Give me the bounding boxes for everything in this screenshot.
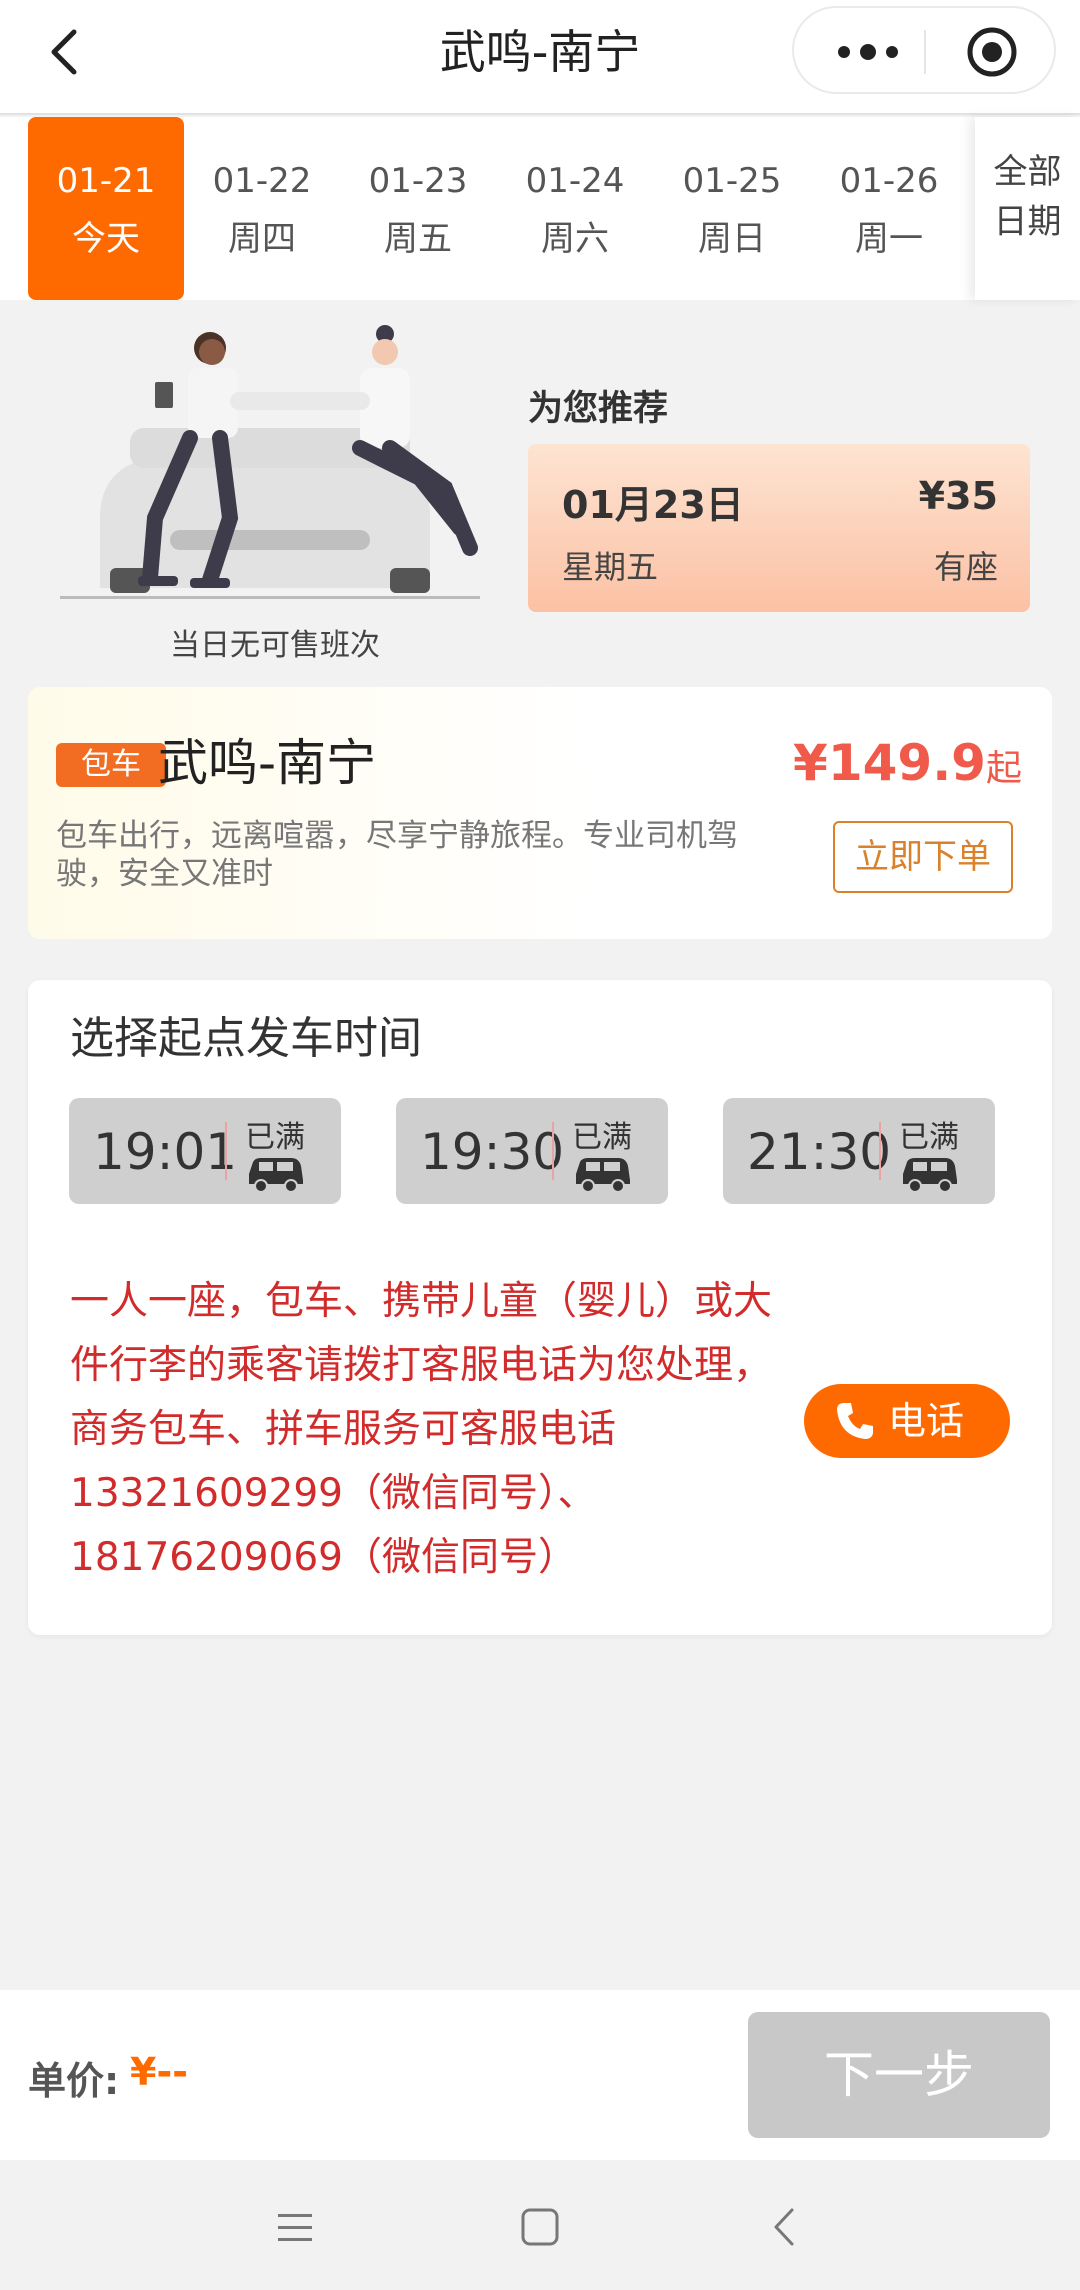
- order-now-button[interactable]: 立即下单: [833, 821, 1013, 893]
- time-slot-divider: [879, 1122, 881, 1180]
- time-slot-0[interactable]: 19:01 已满: [69, 1098, 341, 1204]
- phone-icon: [837, 1403, 873, 1439]
- all-dates-button[interactable]: 全部 日期: [975, 117, 1080, 300]
- date-tab-weekday: 周六: [541, 219, 609, 259]
- time-slot-divider: [552, 1122, 554, 1180]
- charter-card: 包车 武鸣-南宁 ¥149.9起 包车出行，远离喧嚣，尽享宁静旅程。专业司机驾驶…: [28, 687, 1052, 939]
- system-navigation-bar: [0, 2160, 1080, 2290]
- close-miniprogram-icon[interactable]: [966, 26, 1018, 78]
- recommend-title: 为您推荐: [528, 389, 669, 429]
- time-slot-time: 21:30: [747, 1123, 892, 1181]
- time-slot-status: 已满: [245, 1120, 305, 1155]
- all-dates-line2: 日期: [993, 202, 1062, 242]
- mini-program-capsule: [792, 6, 1056, 94]
- recommend-price: ¥35: [918, 474, 998, 518]
- next-step-button[interactable]: 下一步: [748, 2012, 1050, 2138]
- bus-icon: [903, 1158, 957, 1192]
- time-slot-time: 19:01: [93, 1123, 238, 1181]
- more-icon[interactable]: [828, 28, 908, 76]
- charter-route: 武鸣-南宁: [158, 734, 377, 792]
- unit-price-label: 单价:: [28, 2059, 120, 2103]
- date-tab-date: 01-22: [212, 161, 312, 201]
- service-notice: 一人一座，包车、携带儿童（婴儿）或大件行李的乘客请拨打客服电话为您处理，商务包车…: [70, 1279, 773, 1580]
- departure-title: 选择起点发车时间: [70, 1013, 422, 1064]
- charter-description: 包车出行，远离喧嚣，尽享宁静旅程。专业司机驾驶，安全又准时: [56, 818, 738, 892]
- time-slot-time: 19:30: [420, 1123, 565, 1181]
- call-button-label: 电话: [888, 1399, 965, 1443]
- bus-icon: [576, 1158, 630, 1192]
- unit-price-value: ¥--: [130, 2050, 188, 2094]
- charter-badge: 包车: [56, 743, 166, 787]
- date-tab-date: 01-24: [525, 161, 625, 201]
- date-tab-weekday: 今天: [72, 219, 140, 259]
- time-slot-status: 已满: [899, 1120, 959, 1155]
- date-tab-1[interactable]: 01-22 周四: [184, 117, 340, 300]
- date-tab-3[interactable]: 01-24 周六: [497, 117, 653, 300]
- back-nav-icon[interactable]: [760, 2202, 810, 2252]
- time-slot-divider: [225, 1122, 227, 1180]
- home-icon[interactable]: [515, 2202, 565, 2252]
- capsule-divider: [924, 30, 926, 74]
- date-tab-5[interactable]: 01-26 周一: [811, 117, 967, 300]
- date-tabs: 01-21 今天 01-22 周四 01-23 周五 01-24 周六 01-2…: [0, 117, 1080, 300]
- bottom-bar: 单价: ¥-- 下一步: [0, 1990, 1080, 2160]
- bus-icon: [249, 1158, 303, 1192]
- charter-price-value: ¥149.9: [793, 734, 986, 792]
- time-slot-1[interactable]: 19:30 已满: [396, 1098, 668, 1204]
- charter-price: ¥149.9起: [793, 731, 1022, 801]
- date-tab-date: 01-23: [368, 161, 468, 201]
- time-slot-status: 已满: [572, 1120, 632, 1155]
- call-button[interactable]: 电话: [804, 1384, 1010, 1458]
- recommend-weekday: 星期五: [562, 548, 659, 586]
- all-dates-line1: 全部: [993, 152, 1062, 192]
- departure-times-card: 选择起点发车时间 19:01 已满 19:30 已满 21:30 已满 一人一座…: [28, 980, 1052, 1635]
- date-tab-weekday: 周日: [698, 219, 766, 259]
- recommend-seat-status: 有座: [933, 548, 998, 586]
- recommend-card[interactable]: 01月23日 ¥35 星期五 有座: [528, 444, 1030, 612]
- menu-icon[interactable]: [270, 2202, 320, 2252]
- recommend-date: 01月23日: [562, 483, 744, 527]
- charter-price-suffix: 起: [985, 748, 1022, 789]
- no-schedule-illustration: [60, 325, 480, 599]
- time-slot-2[interactable]: 21:30 已满: [723, 1098, 995, 1204]
- date-tab-weekday: 周五: [384, 219, 452, 259]
- date-tab-date: 01-26: [839, 161, 939, 201]
- empty-state-text: 当日无可售班次: [170, 628, 380, 663]
- date-tab-0[interactable]: 01-21 今天: [28, 117, 184, 300]
- date-tab-weekday: 周四: [228, 219, 296, 259]
- date-tab-weekday: 周一: [855, 219, 923, 259]
- date-tab-date: 01-21: [56, 161, 156, 201]
- date-tab-4[interactable]: 01-25 周日: [654, 117, 810, 300]
- date-tab-date: 01-25: [682, 161, 782, 201]
- date-tab-2[interactable]: 01-23 周五: [340, 117, 496, 300]
- header-bar: 武鸣-南宁: [0, 0, 1080, 115]
